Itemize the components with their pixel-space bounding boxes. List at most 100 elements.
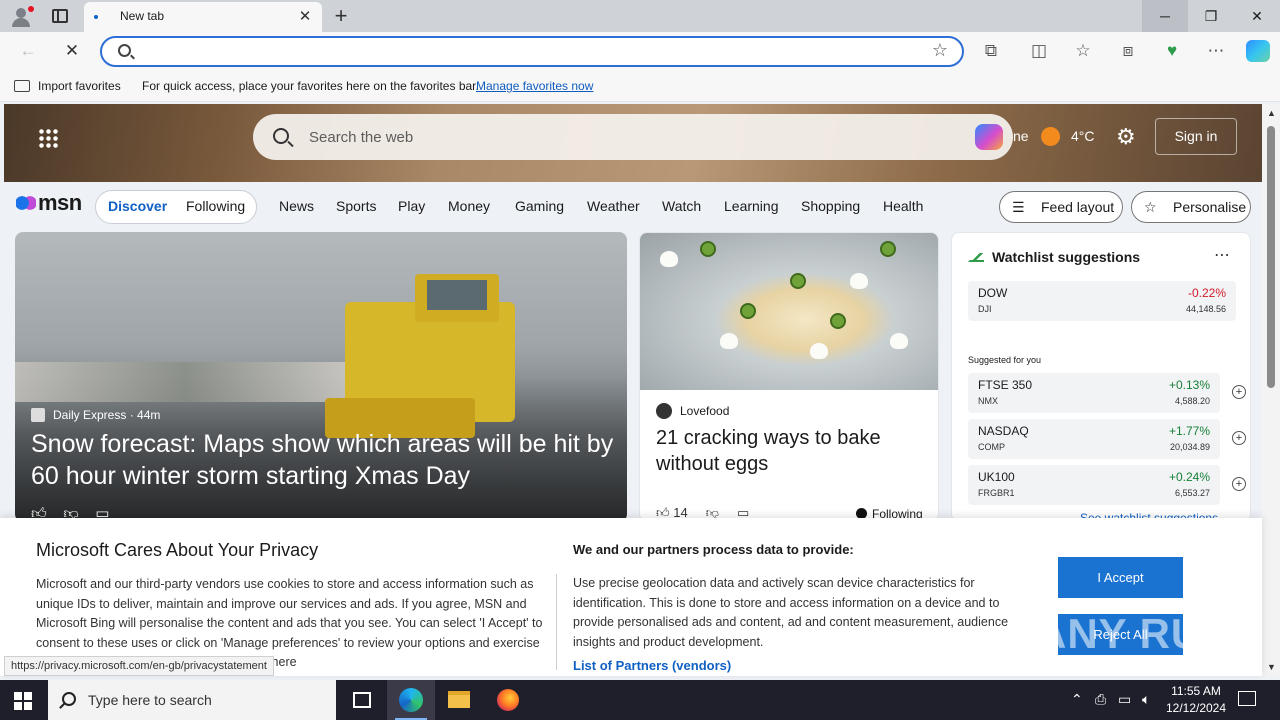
main-news-card[interactable]: Daily Express · 44m Snow forecast: Maps …	[15, 232, 627, 522]
publisher-logo-icon	[656, 403, 672, 419]
stock-chart-icon	[968, 253, 984, 262]
nav-sports[interactable]: Sports	[336, 198, 376, 214]
close-window-button[interactable]: ✕	[1234, 0, 1280, 32]
data-processing-title: We and our partners process data to prov…	[573, 542, 854, 557]
taskbar-search-placeholder: Type here to search	[88, 692, 212, 708]
loading-icon	[94, 15, 98, 19]
divider	[556, 574, 557, 670]
add-to-watchlist-icon[interactable]: +	[1232, 385, 1246, 399]
nav-money[interactable]: Money	[448, 198, 490, 214]
favorites-bar: Import favorites For quick access, place…	[0, 70, 1280, 102]
watchlist-title[interactable]: Watchlist suggestions	[992, 249, 1140, 265]
minimize-button[interactable]: ─	[1142, 0, 1188, 32]
stock-row-uk100[interactable]: UK100 FRGBR1 +0.24% 6,553.27 +	[968, 465, 1246, 505]
collections-icon[interactable]: ⧈	[1114, 38, 1142, 64]
performance-icon[interactable]: ♥	[1158, 38, 1186, 64]
new-tab-button[interactable]: +	[330, 3, 352, 29]
restore-button[interactable]: ❐	[1188, 0, 1234, 32]
privacy-title: Microsoft Cares About Your Privacy	[36, 540, 319, 560]
publisher-logo-icon	[31, 408, 45, 422]
tab-new-tab[interactable]: New tab ✕	[84, 2, 322, 32]
task-view-button[interactable]	[338, 680, 386, 720]
food-news-card[interactable]: Lovefood 21 cracking ways to bake withou…	[639, 232, 939, 522]
snowplough-truck-image	[325, 274, 515, 438]
feed-layout-button[interactable]: ☰ Feed layout	[999, 191, 1123, 223]
file-explorer-taskbar-button[interactable]	[435, 680, 483, 720]
address-input[interactable]	[142, 42, 922, 62]
clock[interactable]: 11:55 AM 12/12/2024	[1164, 683, 1228, 717]
tab-following[interactable]: Following	[186, 198, 245, 214]
data-processing-text: Use precise geolocation data and activel…	[573, 576, 1009, 649]
taskbar-search[interactable]: Type here to search	[48, 680, 336, 720]
address-bar[interactable]: ☆	[100, 36, 964, 67]
nav-play[interactable]: Play	[398, 198, 425, 214]
accept-button[interactable]: I Accept	[1058, 557, 1183, 598]
stock-row-nasdaq[interactable]: NASDAQ COMP +1.77% 20,034.89 +	[968, 419, 1246, 459]
show-hidden-icons-chevron[interactable]: ⌃	[1071, 691, 1083, 708]
search-icon	[62, 692, 76, 706]
more-options-icon[interactable]: ⋯	[1214, 245, 1230, 265]
stop-loading-button[interactable]: ✕	[58, 38, 86, 64]
import-favorites-button[interactable]: Import favorites	[14, 79, 121, 93]
edge-taskbar-button[interactable]	[387, 680, 435, 720]
nav-health[interactable]: Health	[883, 198, 923, 214]
list-of-partners-link[interactable]: List of Partners (vendors)	[573, 658, 731, 673]
weather-location[interactable]: ne	[1013, 128, 1029, 144]
tab-strip: New tab ✕ + ─ ❐ ✕	[0, 0, 1280, 32]
scroll-down-icon[interactable]: ▼	[1267, 662, 1276, 672]
sliders-icon: ☰	[1012, 199, 1025, 215]
tab-actions-icon[interactable]	[52, 9, 68, 23]
more-menu-icon[interactable]: ⋯	[1202, 38, 1230, 64]
favorite-star-icon[interactable]: ☆	[932, 40, 948, 61]
split-screen-icon[interactable]: ◫	[1025, 38, 1053, 64]
edge-icon	[399, 688, 423, 712]
network-icon[interactable]: ▭	[1118, 691, 1131, 708]
news-source[interactable]: Lovefood	[656, 403, 729, 419]
nav-gaming[interactable]: Gaming	[515, 198, 564, 214]
tab-discover[interactable]: Discover	[108, 198, 167, 214]
nav-news[interactable]: News	[279, 198, 314, 214]
page-scrollbar[interactable]: ▲ ▼	[1262, 104, 1280, 676]
close-tab-icon[interactable]: ✕	[296, 7, 314, 25]
nav-shopping[interactable]: Shopping	[801, 198, 860, 214]
web-search-box[interactable]: Search the web	[253, 114, 1013, 160]
temperature[interactable]: 4°C	[1071, 128, 1095, 144]
settings-gear-icon[interactable]: ⚙	[1116, 124, 1136, 150]
suggested-label: Suggested for you	[968, 355, 1042, 365]
favorites-icon[interactable]: ☆	[1069, 38, 1097, 64]
news-source[interactable]: Daily Express · 44m	[31, 408, 160, 422]
nav-watch[interactable]: Watch	[662, 198, 701, 214]
news-headline[interactable]: Snow forecast: Maps show which areas wil…	[31, 428, 621, 492]
copilot-search-icon[interactable]	[975, 124, 1003, 150]
scroll-up-icon[interactable]: ▲	[1267, 108, 1276, 118]
notifications-icon[interactable]	[1238, 691, 1256, 706]
copilot-icon[interactable]	[1246, 40, 1270, 62]
device-icon[interactable]: ⎙	[1095, 691, 1106, 708]
snowy-trees-image	[15, 362, 355, 402]
stock-row-dow[interactable]: DOW DJI -0.22% 44,148.56	[968, 281, 1236, 321]
profile-icon[interactable]	[8, 4, 34, 28]
extensions-icon[interactable]: ⧉	[977, 38, 1005, 64]
nav-learning[interactable]: Learning	[724, 198, 779, 214]
volume-icon[interactable]: 🔈︎	[1142, 691, 1150, 708]
add-to-watchlist-icon[interactable]: +	[1232, 431, 1246, 445]
apps-grid-icon[interactable]	[38, 128, 58, 148]
manage-favorites-link[interactable]: Manage favorites now	[476, 79, 593, 93]
weather-sun-icon[interactable]	[1041, 127, 1060, 146]
firefox-taskbar-button[interactable]	[484, 680, 532, 720]
news-headline[interactable]: 21 cracking ways to bake without eggs	[656, 425, 926, 477]
star-icon: ☆	[1144, 199, 1157, 215]
scrollbar-thumb[interactable]	[1267, 126, 1275, 388]
stock-row-ftse350[interactable]: FTSE 350 NMX +0.13% 4,588.20 +	[968, 373, 1246, 413]
nav-weather[interactable]: Weather	[587, 198, 640, 214]
msn-logo[interactable]: msn	[16, 190, 82, 216]
search-icon	[118, 44, 131, 57]
back-button[interactable]: ←	[14, 38, 42, 64]
start-button[interactable]	[14, 692, 32, 710]
personalise-button[interactable]: ☆ Personalise	[1131, 191, 1251, 223]
task-view-icon	[353, 692, 371, 708]
sign-in-button[interactable]: Sign in	[1155, 118, 1237, 155]
firefox-icon	[497, 689, 519, 711]
search-placeholder: Search the web	[309, 129, 414, 146]
add-to-watchlist-icon[interactable]: +	[1232, 477, 1246, 491]
